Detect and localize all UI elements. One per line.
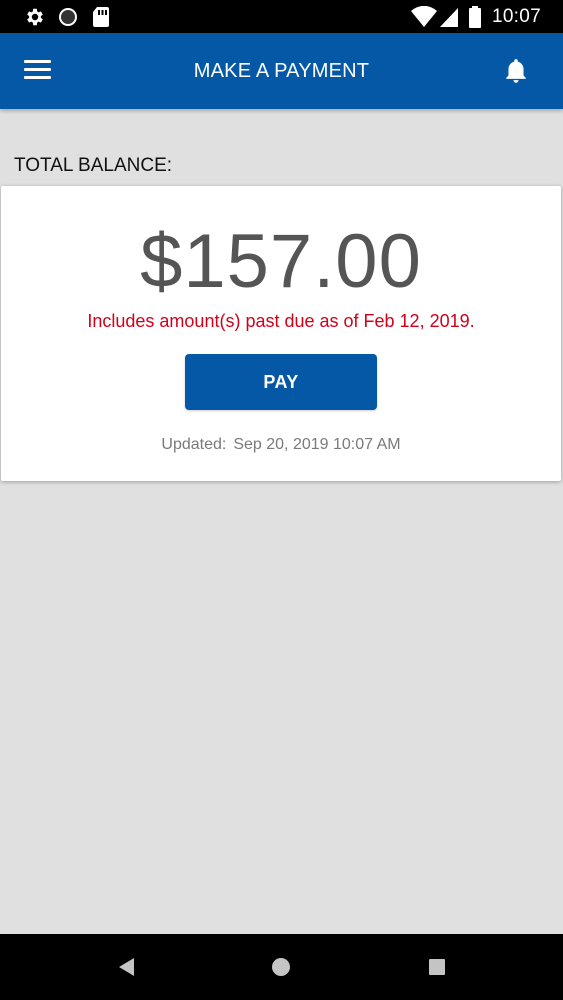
page-title: MAKE A PAYMENT — [193, 60, 370, 82]
past-due-notice: Includes amount(s) past due as of Feb 12… — [87, 311, 475, 331]
back-icon[interactable] — [116, 956, 138, 978]
system-nav-bar — [0, 934, 563, 1000]
balance-amount: $157.00 — [140, 219, 422, 304]
battery-icon — [469, 6, 481, 28]
home-icon[interactable] — [270, 956, 292, 978]
status-time: 10:07 — [491, 6, 541, 27]
balance-card: $157.00 Includes amount(s) past due as o… — [1, 186, 561, 481]
updated-timestamp: Updated: Sep 20, 2019 10:07 AM — [1, 436, 561, 454]
bell-icon[interactable] — [503, 57, 529, 85]
updated-value: Sep 20, 2019 10:07 AM — [233, 436, 401, 453]
updated-label: Updated: — [161, 436, 227, 453]
circle-icon — [59, 8, 77, 26]
wifi-icon — [411, 6, 437, 27]
pay-button[interactable]: PAY — [185, 354, 377, 410]
recents-icon[interactable] — [426, 956, 448, 978]
status-bar: 10:07 — [0, 0, 563, 33]
settings-icon — [27, 8, 43, 26]
app-bar: MAKE A PAYMENT — [0, 33, 563, 109]
sd-card-icon — [93, 7, 109, 27]
total-balance-label: TOTAL BALANCE: — [14, 155, 173, 176]
signal-icon — [440, 8, 458, 27]
